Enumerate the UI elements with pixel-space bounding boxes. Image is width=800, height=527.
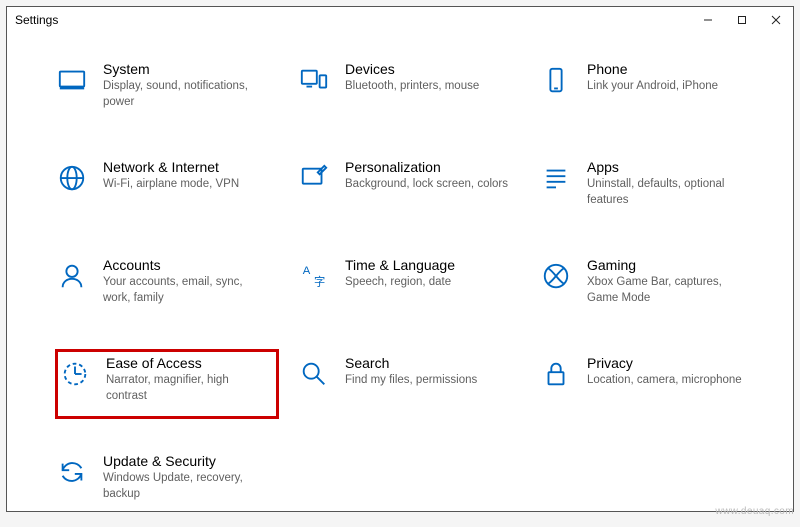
apps-icon (539, 161, 573, 195)
tile-desc: Bluetooth, printers, mouse (345, 79, 513, 95)
xbox-icon (539, 259, 573, 293)
settings-grid: System Display, sound, notifications, po… (55, 55, 753, 517)
tile-desc: Link your Android, iPhone (587, 79, 755, 95)
tile-desc: Background, lock screen, colors (345, 177, 513, 193)
paintbrush-icon (297, 161, 331, 195)
tile-title: Phone (587, 61, 755, 77)
globe-icon (55, 161, 89, 195)
tile-time-language[interactable]: A字 Time & Language Speech, region, date (297, 251, 521, 321)
tile-privacy[interactable]: Privacy Location, camera, microphone (539, 349, 763, 419)
watermark: www.deuaq.com (715, 506, 794, 517)
tile-ease-of-access[interactable]: Ease of Access Narrator, magnifier, high… (55, 349, 279, 419)
tile-personalization[interactable]: Personalization Background, lock screen,… (297, 153, 521, 223)
tile-phone[interactable]: Phone Link your Android, iPhone (539, 55, 763, 125)
tile-desc: Xbox Game Bar, captures, Game Mode (587, 275, 755, 306)
tile-title: Ease of Access (106, 355, 271, 371)
tile-title: Network & Internet (103, 159, 271, 175)
svg-text:字: 字 (314, 274, 325, 288)
minimize-button[interactable] (691, 7, 725, 33)
tile-desc: Display, sound, notifications, power (103, 79, 271, 110)
window-title: Settings (15, 13, 58, 27)
tile-desc: Speech, region, date (345, 275, 513, 291)
person-icon (55, 259, 89, 293)
tile-desc: Location, camera, microphone (587, 373, 755, 389)
tile-devices[interactable]: Devices Bluetooth, printers, mouse (297, 55, 521, 125)
tile-desc: Windows Update, recovery, backup (103, 471, 271, 502)
tile-update-security[interactable]: Update & Security Windows Update, recove… (55, 447, 279, 517)
settings-content: System Display, sound, notifications, po… (7, 33, 793, 527)
tile-title: Time & Language (345, 257, 513, 273)
ease-of-access-icon (58, 357, 92, 391)
tile-title: System (103, 61, 271, 77)
tile-network[interactable]: Network & Internet Wi-Fi, airplane mode,… (55, 153, 279, 223)
tile-title: Accounts (103, 257, 271, 273)
tile-desc: Find my files, permissions (345, 373, 513, 389)
tile-title: Privacy (587, 355, 755, 371)
tile-title: Gaming (587, 257, 755, 273)
tile-desc: Uninstall, defaults, optional features (587, 177, 755, 208)
tile-system[interactable]: System Display, sound, notifications, po… (55, 55, 279, 125)
devices-icon (297, 63, 331, 97)
tile-title: Search (345, 355, 513, 371)
settings-window: Settings System Display, sound, notifi (6, 6, 794, 512)
tile-desc: Narrator, magnifier, high contrast (106, 373, 271, 404)
system-icon (55, 63, 89, 97)
tile-desc: Your accounts, email, sync, work, family (103, 275, 271, 306)
close-button[interactable] (759, 7, 793, 33)
tile-title: Personalization (345, 159, 513, 175)
tile-title: Devices (345, 61, 513, 77)
tile-desc: Wi-Fi, airplane mode, VPN (103, 177, 271, 193)
tile-search[interactable]: Search Find my files, permissions (297, 349, 521, 419)
tile-gaming[interactable]: Gaming Xbox Game Bar, captures, Game Mod… (539, 251, 763, 321)
svg-text:A: A (303, 265, 311, 277)
update-icon (55, 455, 89, 489)
phone-icon (539, 63, 573, 97)
lock-icon (539, 357, 573, 391)
time-language-icon: A字 (297, 259, 331, 293)
search-icon (297, 357, 331, 391)
window-controls (691, 7, 793, 33)
tile-title: Update & Security (103, 453, 271, 469)
titlebar: Settings (7, 7, 793, 33)
tile-apps[interactable]: Apps Uninstall, defaults, optional featu… (539, 153, 763, 223)
tile-title: Apps (587, 159, 755, 175)
tile-accounts[interactable]: Accounts Your accounts, email, sync, wor… (55, 251, 279, 321)
maximize-button[interactable] (725, 7, 759, 33)
